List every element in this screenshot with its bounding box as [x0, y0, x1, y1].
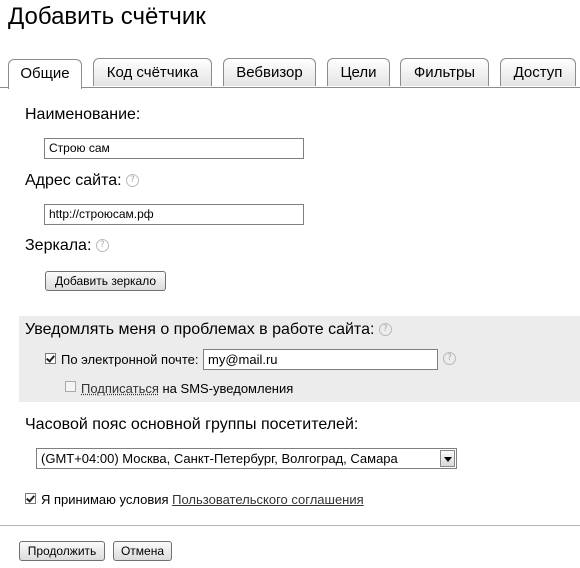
help-icon[interactable]: ?	[95, 239, 109, 253]
help-icon[interactable]: ?	[443, 352, 456, 366]
name-input[interactable]: Строю сам	[44, 138, 304, 159]
agreement-checkbox[interactable]	[25, 493, 36, 504]
help-icon[interactable]: ?	[126, 174, 140, 188]
site-address-input[interactable]: http://строюсам.рф	[44, 204, 304, 225]
sms-notify-checkbox[interactable]	[65, 381, 76, 392]
notifications-heading-text: Уведомлять меня о проблемах в работе сай…	[25, 321, 375, 338]
tab-filters[interactable]: Фильтры	[400, 58, 489, 86]
page-title: Добавить счётчик	[8, 3, 206, 30]
timezone-selected-value: (GMT+04:00) Москва, Санкт-Петербург, Вол…	[41, 451, 398, 466]
tab-goals[interactable]: Цели	[327, 58, 390, 86]
tab-access[interactable]: Доступ	[500, 58, 576, 86]
email-notify-label: По электронной почте:	[61, 352, 199, 367]
mirrors-label-text: Зеркала:	[25, 237, 92, 254]
help-icon[interactable]: ?	[378, 323, 392, 337]
tab-counter-code[interactable]: Код счётчика	[93, 58, 212, 86]
chevron-down-icon[interactable]	[440, 450, 455, 467]
continue-button[interactable]: Продолжить	[19, 541, 105, 561]
mirrors-label: Зеркала: ?	[25, 237, 109, 255]
name-label: Наименование:	[25, 106, 141, 123]
email-notify-checkbox[interactable]	[45, 353, 56, 364]
footer-divider	[0, 525, 580, 526]
agreement-text: Я принимаю условия	[41, 492, 173, 507]
cancel-button[interactable]: Отмена	[113, 541, 172, 561]
tabs-baseline	[0, 87, 580, 88]
tab-general[interactable]: Общие	[8, 59, 82, 89]
sms-notify-label: Подписаться на SMS-уведомления	[81, 381, 293, 396]
add-mirror-button[interactable]: Добавить зеркало	[45, 271, 166, 291]
tab-webvisor[interactable]: Вебвизор	[223, 58, 316, 86]
email-help: ?	[443, 350, 456, 368]
sms-subscribe-link[interactable]: Подписаться	[81, 381, 159, 396]
agreement-label: Я принимаю условия Пользовательского сог…	[41, 492, 364, 507]
timezone-select[interactable]: (GMT+04:00) Москва, Санкт-Петербург, Вол…	[36, 448, 457, 469]
email-input[interactable]: my@mail.ru	[203, 349, 438, 370]
site-address-label-text: Адрес сайта:	[25, 172, 122, 189]
user-agreement-link[interactable]: Пользовательского соглашения	[172, 492, 364, 507]
timezone-label: Часовой пояс основной группы посетителей…	[25, 416, 359, 433]
notifications-heading: Уведомлять меня о проблемах в работе сай…	[25, 321, 392, 339]
site-address-label: Адрес сайта: ?	[25, 172, 140, 190]
sms-notify-suffix: на SMS-уведомления	[158, 381, 294, 396]
